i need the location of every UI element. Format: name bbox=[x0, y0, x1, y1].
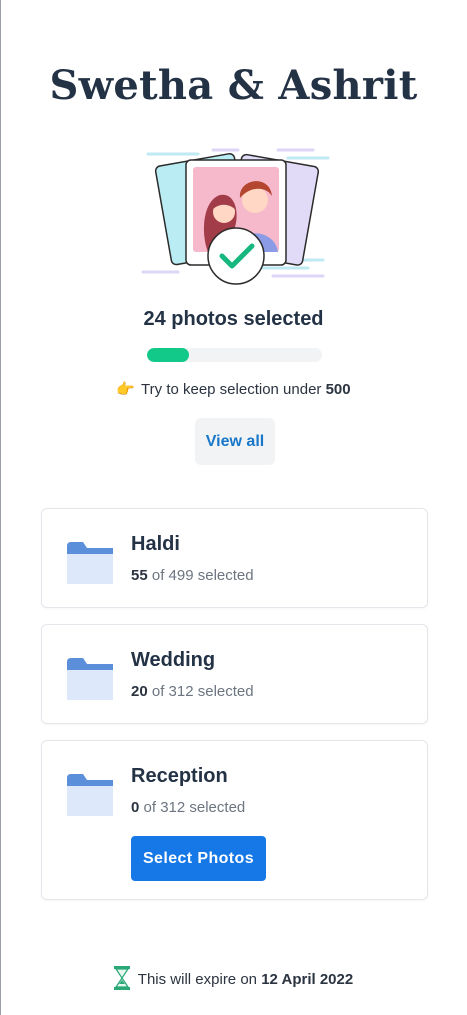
expiry-text: This will expire on bbox=[137, 971, 258, 988]
album-selection-count: 55 of 499 selected bbox=[131, 567, 254, 584]
page-title: Swetha & Ashrit bbox=[49, 62, 418, 109]
hourglass-icon bbox=[113, 966, 130, 990]
album-selection-count: 0 of 312 selected bbox=[131, 799, 245, 816]
tip-limit: 500 bbox=[325, 381, 351, 398]
folder-icon bbox=[67, 658, 113, 700]
tip-text: Try to keep selection under bbox=[141, 381, 322, 398]
album-selected-number: 55 bbox=[131, 567, 148, 584]
expiry-notice: This will expire on 12 April 2022 bbox=[0, 966, 467, 990]
selection-tip: 👉 Try to keep selection under 500 bbox=[0, 380, 467, 398]
album-name: Haldi bbox=[131, 533, 180, 555]
expiry-date: 12 April 2022 bbox=[261, 971, 354, 988]
pointing-hand-icon: 👉 bbox=[116, 381, 136, 398]
album-total: of 312 selected bbox=[143, 799, 246, 816]
folder-icon bbox=[67, 774, 113, 816]
window-edge bbox=[0, 0, 1, 1015]
selection-progress bbox=[147, 348, 322, 362]
select-photos-button[interactable]: Select Photos bbox=[131, 836, 266, 881]
album-name: Reception bbox=[131, 765, 228, 787]
album-selected-number: 0 bbox=[131, 799, 140, 816]
folder-icon bbox=[67, 542, 113, 584]
selected-count: 24 photos selected bbox=[143, 308, 324, 330]
album-name: Wedding bbox=[131, 649, 216, 671]
album-selected-number: 20 bbox=[131, 683, 148, 700]
view-all-button[interactable]: View all bbox=[195, 418, 275, 465]
album-card-haldi[interactable]: Haldi 55 of 499 selected bbox=[41, 508, 428, 608]
album-card-reception[interactable]: Reception 0 of 312 selected Select Photo… bbox=[41, 740, 428, 900]
selection-progress-fill bbox=[147, 348, 189, 362]
album-card-wedding[interactable]: Wedding 20 of 312 selected bbox=[41, 624, 428, 724]
album-total: of 312 selected bbox=[151, 683, 254, 700]
couple-illustration bbox=[141, 148, 330, 285]
album-total: of 499 selected bbox=[151, 567, 254, 584]
album-selection-count: 20 of 312 selected bbox=[131, 683, 254, 700]
